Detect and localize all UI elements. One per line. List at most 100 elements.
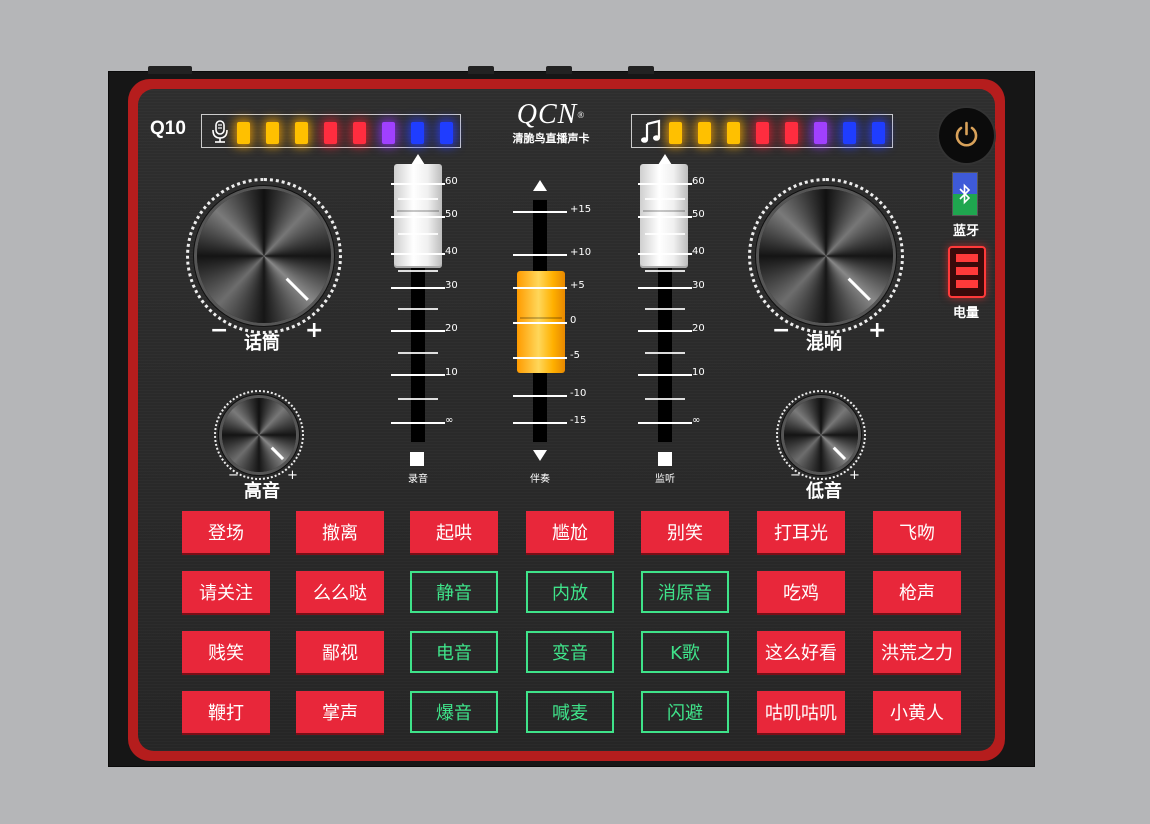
effect-pad-7[interactable]: 飞吻 [873, 511, 961, 553]
bass-knob[interactable] [784, 398, 858, 472]
accompany-scale-label: +15 [570, 204, 592, 215]
effect-pad-9[interactable]: 么么哒 [296, 571, 384, 613]
effect-pad-25[interactable]: 喊麦 [526, 691, 614, 733]
mic-minus-label: − [210, 318, 229, 343]
monitor-fader-label: 监听 [655, 474, 675, 485]
mic-level-meter [201, 114, 461, 148]
led-segment [266, 122, 279, 144]
effect-pad-4[interactable]: 尴尬 [526, 511, 614, 553]
knob-indicator [847, 277, 871, 301]
minor-tick [645, 308, 685, 310]
record-scale-label: 30 [445, 280, 458, 291]
led-segment [843, 122, 856, 144]
effect-pad-18[interactable]: 变音 [526, 631, 614, 673]
accompany-fader-up-arrow [533, 180, 547, 191]
music-level-meter [631, 114, 893, 148]
effect-pad-8[interactable]: 请关注 [182, 571, 270, 613]
battery-cell [956, 267, 978, 275]
brand-logo: QCN® [516, 99, 586, 130]
led-segment [324, 122, 337, 144]
minor-tick [398, 270, 438, 272]
bluetooth-icon [959, 183, 971, 205]
brand-subtitle: 清脆鸟直播声卡 [512, 132, 590, 145]
monitor-tick [638, 374, 692, 376]
effect-pad-3[interactable]: 起哄 [410, 511, 498, 553]
bluetooth-indicator [952, 172, 978, 216]
reverb-knob-label: 混响 [806, 333, 842, 354]
record-indicator [410, 452, 424, 466]
record-scale-label: ∞ [445, 415, 454, 426]
monitor-tick [638, 287, 692, 289]
reverb-minus-label: − [772, 318, 791, 343]
minor-tick [645, 398, 685, 400]
knob-indicator [285, 277, 309, 301]
effect-pad-27[interactable]: 咕叽咕叽 [757, 691, 845, 733]
effect-pad-1[interactable]: 登场 [182, 511, 270, 553]
effect-pad-28[interactable]: 小黄人 [873, 691, 961, 733]
mic-plus-label: + [305, 318, 324, 343]
effect-pad-12[interactable]: 消原音 [641, 571, 729, 613]
effect-pad-22[interactable]: 鞭打 [182, 691, 270, 733]
knob-indicator [270, 446, 285, 461]
led-segment [698, 122, 711, 144]
accompany-scale-label: +5 [570, 280, 585, 291]
accompany-scale-label: -15 [570, 415, 587, 426]
record-tick [391, 253, 445, 255]
effect-pad-16[interactable]: 鄙视 [296, 631, 384, 673]
monitor-scale-label: 40 [692, 246, 705, 257]
minor-tick [645, 233, 685, 235]
record-scale-label: 10 [445, 367, 458, 378]
effect-pad-10[interactable]: 静音 [410, 571, 498, 613]
knob-indicator [832, 446, 847, 461]
effect-pad-26[interactable]: 闪避 [641, 691, 729, 733]
minor-tick [645, 270, 685, 272]
minor-tick [645, 352, 685, 354]
effect-pad-17[interactable]: 电音 [410, 631, 498, 673]
reverb-plus-label: + [868, 318, 887, 343]
battery-cell [956, 280, 978, 288]
accompany-tick [513, 211, 567, 213]
accompany-scale-label: +10 [570, 247, 592, 258]
accompany-fader-down-arrow [533, 450, 547, 461]
effect-pad-19[interactable]: K歌 [641, 631, 729, 673]
record-scale-label: 20 [445, 323, 458, 334]
led-segment [295, 122, 308, 144]
record-scale-label: 60 [445, 176, 458, 187]
led-segment [411, 122, 424, 144]
power-button[interactable] [939, 108, 994, 163]
mic-volume-knob[interactable] [197, 189, 331, 323]
effect-pad-13[interactable]: 吃鸡 [757, 571, 845, 613]
treble-knob-label: 高音 [244, 481, 280, 502]
battery-label: 电量 [952, 306, 979, 321]
led-segment [440, 122, 453, 144]
accompany-tick [513, 422, 567, 424]
monitor-tick [638, 216, 692, 218]
monitor-tick [638, 183, 692, 185]
reverb-knob[interactable] [759, 189, 893, 323]
effect-pad-15[interactable]: 贱笑 [182, 631, 270, 673]
effect-pad-23[interactable]: 掌声 [296, 691, 384, 733]
accompany-fader-label: 伴奏 [530, 474, 550, 485]
effect-pad-20[interactable]: 这么好看 [757, 631, 845, 673]
led-segment [237, 122, 250, 144]
accompany-scale-label: -10 [570, 388, 587, 399]
effect-pad-5[interactable]: 别笑 [641, 511, 729, 553]
effect-pad-24[interactable]: 爆音 [410, 691, 498, 733]
music-note-icon [641, 119, 661, 143]
monitor-scale-label: 10 [692, 367, 705, 378]
monitor-scale-label: 30 [692, 280, 705, 291]
treble-knob[interactable] [222, 398, 296, 472]
led-segment [669, 122, 682, 144]
effect-pad-11[interactable]: 内放 [526, 571, 614, 613]
effect-pad-14[interactable]: 枪声 [873, 571, 961, 613]
port [628, 66, 654, 74]
accompany-tick [513, 357, 567, 359]
effect-pad-6[interactable]: 打耳光 [757, 511, 845, 553]
bass-knob-label: 低音 [806, 481, 842, 502]
minor-tick [398, 308, 438, 310]
effect-pad-2[interactable]: 撤离 [296, 511, 384, 553]
accompany-tick [513, 322, 567, 324]
effect-pad-21[interactable]: 洪荒之力 [873, 631, 961, 673]
port [468, 66, 494, 74]
record-tick [391, 374, 445, 376]
